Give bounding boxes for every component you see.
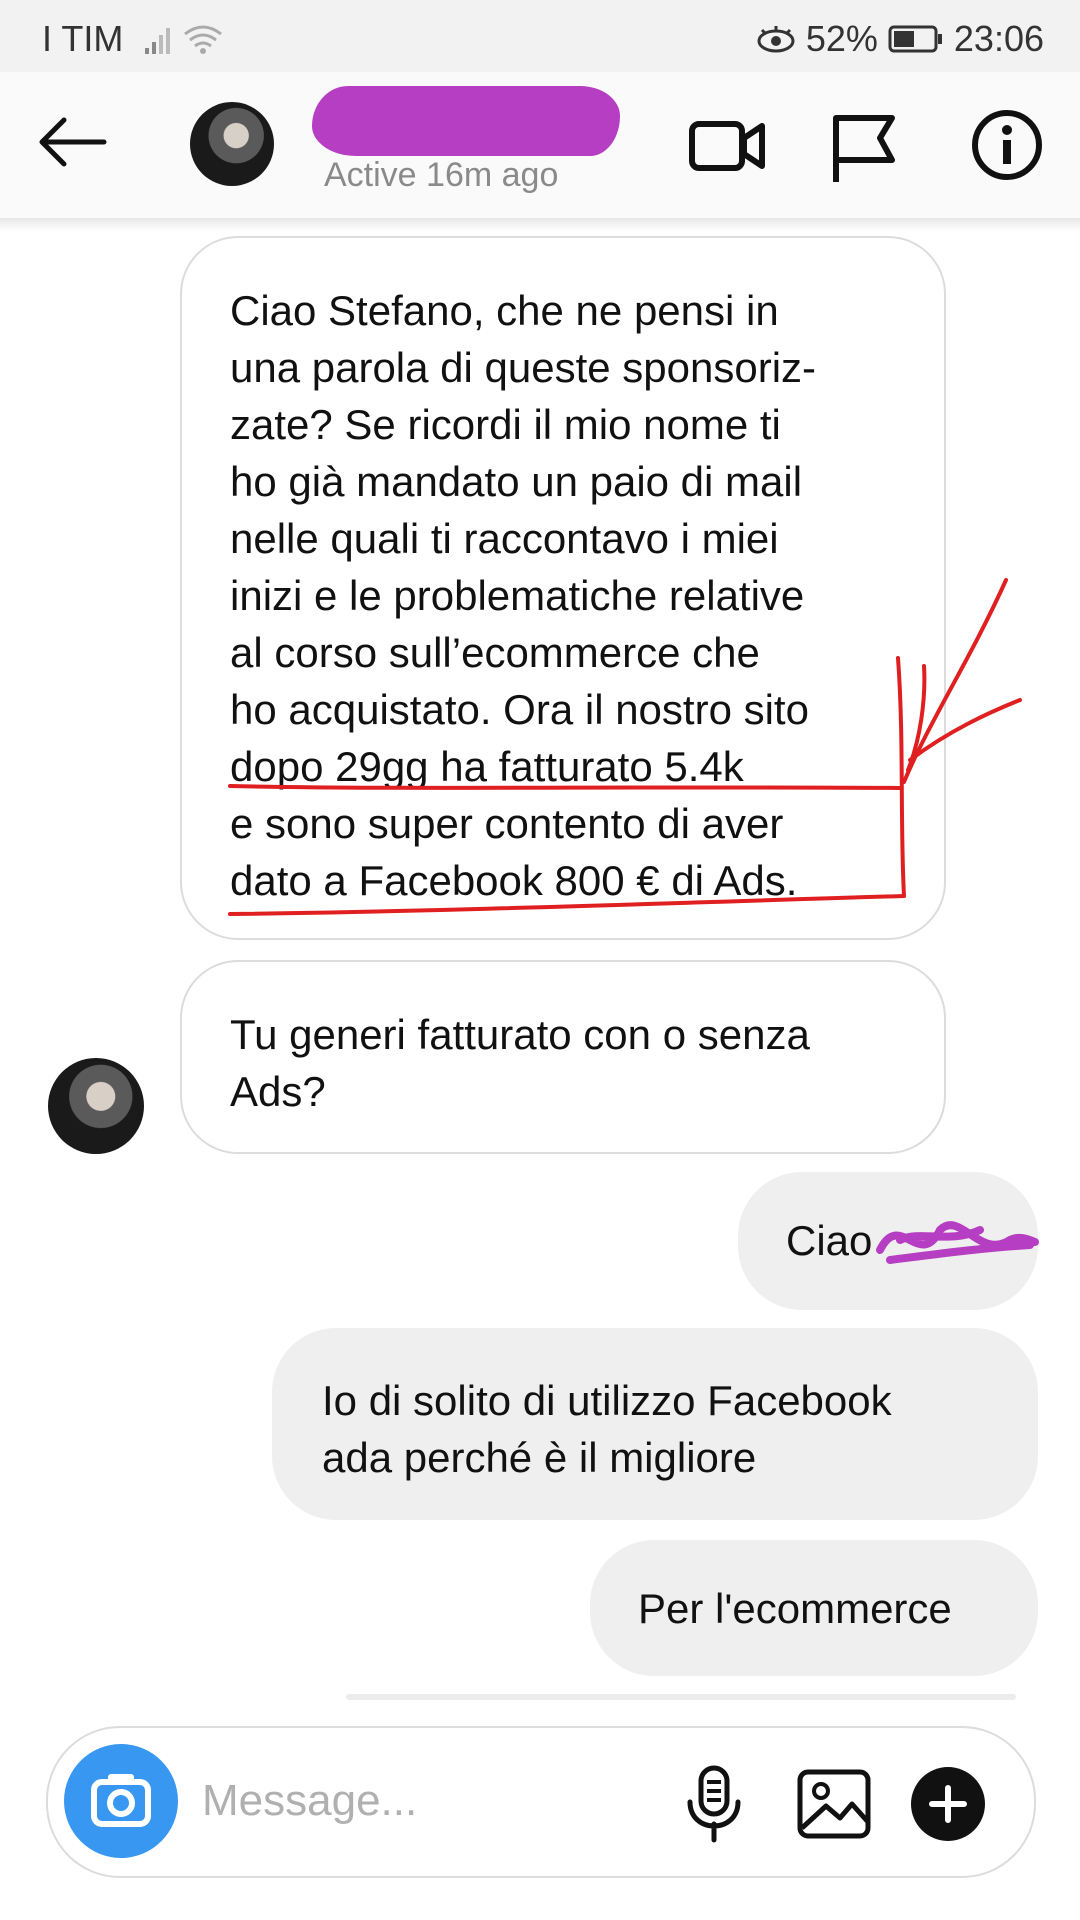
name-redaction-scribble: [876, 1221, 1039, 1264]
message-bubble-outgoing[interactable]: Io di solito di utilizzo Facebook ada pe…: [272, 1328, 1038, 1520]
message-bubble-incoming[interactable]: Tu generi fatturato con o senza Ads?: [180, 960, 946, 1154]
camera-icon: [91, 1774, 151, 1827]
gallery-icon[interactable]: [794, 1764, 874, 1844]
scroll-shadow: [0, 218, 1080, 232]
signal-wifi-icon: [145, 25, 222, 54]
avatar[interactable]: [190, 102, 274, 186]
avatar[interactable]: [48, 1058, 144, 1154]
clock: 23:06: [953, 18, 1044, 59]
message-bubble-outgoing[interactable]: Per l'ecommerce: [590, 1540, 1038, 1676]
active-status: Active 16m ago: [324, 156, 559, 194]
message-input[interactable]: [200, 1768, 584, 1834]
microphone-icon[interactable]: [674, 1764, 754, 1844]
message-bubble-incoming[interactable]: Ciao Stefano, che ne pensi in una parola…: [180, 236, 946, 940]
camera-button[interactable]: [64, 1744, 178, 1858]
message-text: Per l'ecommerce: [638, 1585, 952, 1632]
status-bar: I TIM 52% 23:06: [0, 0, 1080, 72]
battery-percentage: 52%: [805, 18, 878, 59]
video-call-icon[interactable]: [686, 104, 768, 186]
carrier-name: I TIM: [42, 18, 124, 59]
info-icon[interactable]: [966, 104, 1048, 186]
next-bubble-edge: [346, 1694, 1016, 1700]
battery-icon: [888, 25, 942, 53]
flag-icon[interactable]: [822, 104, 904, 186]
plus-icon[interactable]: [908, 1764, 988, 1844]
chat-header: Active 16m ago: [0, 72, 1080, 220]
message-text: Io di solito di utilizzo Facebook ada pe…: [322, 1377, 892, 1481]
message-text: Ciao Stefano, che ne pensi in una parola…: [230, 287, 817, 904]
message-composer: [46, 1726, 1036, 1878]
message-text: Tu generi fatturato con o senza Ads?: [230, 1011, 810, 1115]
back-arrow-icon[interactable]: [34, 112, 110, 172]
username-redaction-scribble: [312, 86, 620, 156]
eye-comfort-icon: [757, 26, 795, 53]
